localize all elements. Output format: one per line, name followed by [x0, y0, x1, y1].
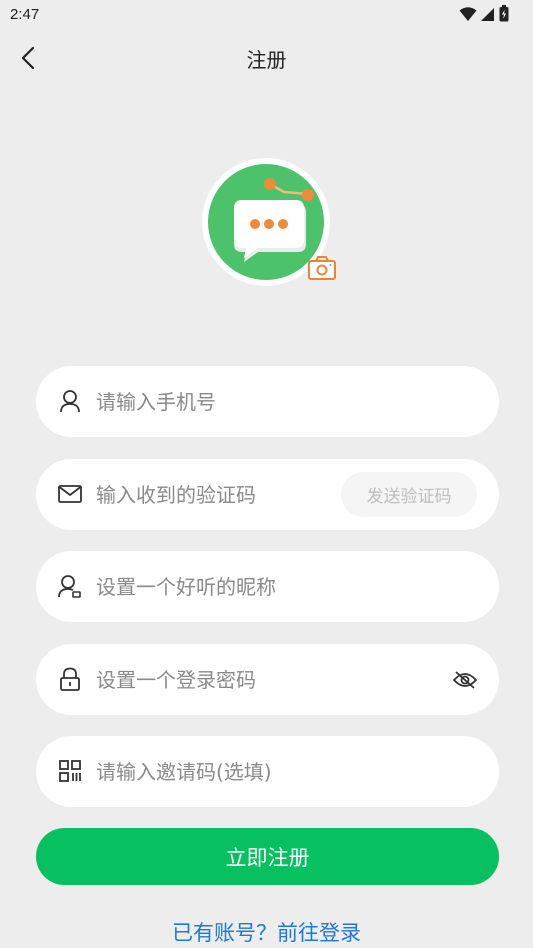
- phone-input[interactable]: [96, 366, 396, 437]
- invite-input[interactable]: [96, 736, 396, 807]
- page-title: 注册: [246, 48, 287, 72]
- login-link[interactable]: 已有账号？前往登录: [0, 917, 533, 947]
- battery-icon: [499, 5, 509, 22]
- send-code-button[interactable]: 发送验证码: [341, 472, 477, 517]
- invite-field[interactable]: [36, 736, 499, 807]
- nickname-input[interactable]: [96, 551, 396, 622]
- camera-icon[interactable]: [307, 255, 337, 281]
- user-icon: [58, 389, 82, 413]
- nickname-field[interactable]: [36, 551, 499, 622]
- status-bar: 2:47: [0, 0, 533, 30]
- wifi-icon: [459, 6, 477, 21]
- status-time: 2:47: [10, 6, 40, 23]
- lock-icon: [58, 667, 82, 691]
- password-input[interactable]: [96, 644, 396, 715]
- nav-bar: 注册: [0, 30, 533, 86]
- user-card-icon: [58, 574, 82, 598]
- code-field[interactable]: 发送验证码: [36, 459, 499, 530]
- phone-field[interactable]: [36, 366, 499, 437]
- status-icons: [459, 5, 509, 22]
- eye-off-icon[interactable]: [451, 666, 479, 694]
- code-input[interactable]: [96, 459, 316, 530]
- signal-icon: [481, 7, 494, 21]
- qr-code-icon: [58, 759, 82, 783]
- avatar-upload[interactable]: [202, 158, 337, 290]
- mail-icon: [58, 482, 82, 506]
- register-button[interactable]: 立即注册: [36, 828, 499, 885]
- password-field[interactable]: [36, 644, 499, 715]
